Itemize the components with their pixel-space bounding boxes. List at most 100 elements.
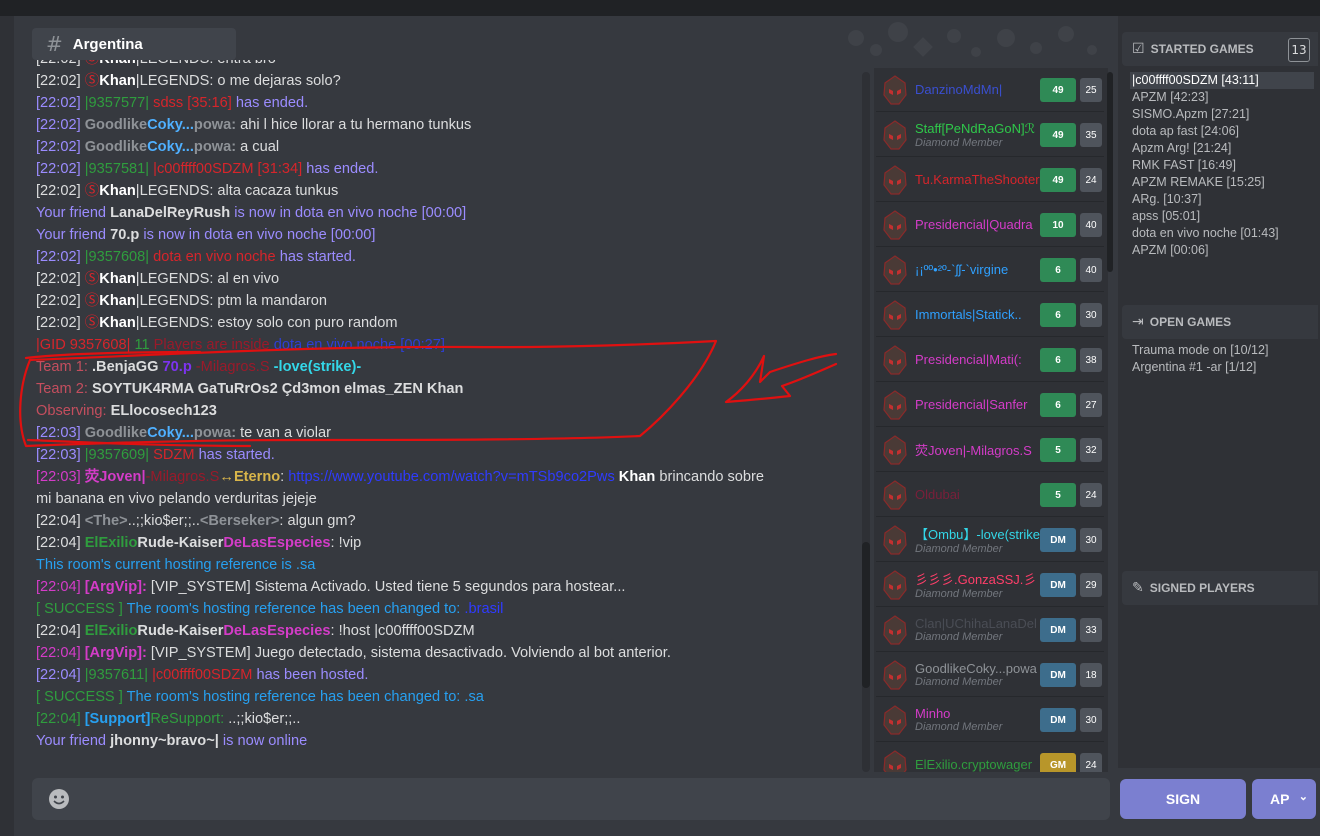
started-game-item[interactable]: apss [05:01] (1130, 208, 1314, 225)
channel-tab[interactable]: # Argentina (32, 28, 236, 60)
games-count-badge: 24 (1080, 168, 1102, 192)
started-games-title: STARTED GAMES (1150, 42, 1254, 56)
chat-segment: [22:03] (36, 469, 85, 485)
chat-segment: Ⓢ (84, 293, 100, 309)
chat-line: [22:02] |9357581| |c00ffff00SDZM [31:34]… (36, 158, 856, 180)
user-row[interactable]: GoodlikeCoky...powa Diamond Member DM 18 (876, 653, 1104, 697)
open-game-item[interactable]: Trauma mode on [10/12] (1130, 342, 1314, 359)
started-games-list[interactable]: |c00ffff00SDZM [43:11] APZM [42:23] SISMO.… (1130, 72, 1314, 259)
user-row[interactable]: Presidencial|Quadra 10 40 (876, 203, 1104, 247)
user-name: Tu.KarmaTheShooter (915, 172, 1040, 187)
chat-segment: 70.p (158, 359, 192, 375)
started-game-item[interactable]: APZM REMAKE [15:25] (1130, 174, 1314, 191)
chat-segment: [ SUCCESS ] (36, 689, 123, 705)
chat-segment: Team 1: (36, 359, 88, 375)
chat-segment: [VIP_SYSTEM] Sistema Activado. Usted tie… (146, 579, 626, 595)
chat-line: Your friend LanaDelReyRush is now in dot… (36, 202, 856, 224)
enter-icon: ⇥ (1132, 314, 1144, 330)
chat-segment[interactable]: https://www.youtube.com/watch?v=mTSb9co2… (288, 469, 614, 485)
started-game-item[interactable]: |c00ffff00SDZM [43:11] (1130, 72, 1314, 89)
chat-segment: [22:02] (36, 293, 85, 309)
signed-players-header[interactable]: ✎ SIGNED PLAYERS (1122, 571, 1318, 605)
user-info: Immortals|Statick.. (915, 307, 1041, 322)
chat-segment: brincando sobre (655, 469, 765, 485)
chat-segment: .sa (464, 689, 484, 705)
chat-segment: 荧Joven| (84, 469, 146, 485)
chat-line: [22:02] ⓈKhan|LEGENDS: o me dejaras solo… (36, 70, 856, 92)
chat-line: [22:04] ElExilioRude-KaiserDeLasEspecies… (36, 532, 856, 554)
chat-segment: |LEGENDS (135, 293, 210, 309)
chat-segment: <The> (84, 513, 128, 529)
games-count-badge: 33 (1080, 618, 1102, 642)
started-game-item[interactable]: APZM [42:23] (1130, 89, 1314, 106)
user-name: Presidencial|Sanfer (915, 397, 1028, 412)
chat-segment: : o me dejaras solo? (209, 73, 341, 89)
chat-segment: : entra bro (209, 60, 276, 67)
helmet-avatar-icon (880, 119, 910, 150)
open-game-item[interactable]: Argentina #1 -ar [1/12] (1130, 359, 1314, 376)
chat-segment: Ⓢ (84, 73, 100, 89)
started-game-item[interactable]: SISMO.Apzm [27:21] (1130, 106, 1314, 123)
started-game-item[interactable]: ARg. [10:37] (1130, 191, 1314, 208)
user-row[interactable]: Immortals|Statick.. 6 30 (876, 293, 1104, 337)
chat-segment: Goodlike (84, 425, 148, 441)
started-game-item[interactable]: RMK FAST [16:49] (1130, 157, 1314, 174)
chat-segment: Khan (99, 315, 136, 331)
chat-log[interactable]: [22:02] ⓈKhan|LEGENDS: entra bro[22:02] … (36, 60, 856, 772)
user-row[interactable]: 【Ombu】-love(strike Diamond Member DM 30 (876, 518, 1104, 562)
edit-icon: ✎ (1132, 580, 1144, 596)
games-count-badge: 27 (1080, 393, 1102, 417)
user-row[interactable]: Clan|UChihaLanaDel Diamond Member DM 33 (876, 608, 1104, 652)
open-games-list[interactable]: Trauma mode on [10/12] Argentina #1 -ar [… (1130, 342, 1314, 376)
chat-segment: |9357581| (84, 161, 150, 177)
user-info: Staff[PeNdRaGoN]ℛ Diamond Member (915, 121, 1041, 149)
chat-segment: .sa (295, 557, 316, 573)
user-row[interactable]: Presidencial|Sanfer 6 27 (876, 383, 1104, 427)
started-game-item[interactable]: dota en vivo noche [01:43] (1130, 225, 1314, 242)
chat-segment: SDZM (149, 447, 199, 463)
window-top-bar (0, 0, 1320, 16)
user-row[interactable]: ElExilio.cryptowager GM 24 (876, 743, 1104, 772)
open-games-header[interactable]: ⇥ OPEN GAMES (1122, 305, 1318, 339)
user-row[interactable]: Oldubai 5 24 (876, 473, 1104, 517)
sign-button[interactable]: SIGN (1120, 779, 1246, 819)
user-name: Presidencial|Mati(: (915, 352, 1022, 367)
chat-scroll-thumb[interactable] (862, 542, 870, 688)
user-row[interactable]: Tu.KarmaTheShooter 49 24 (876, 158, 1104, 202)
checklist-icon: ☑ (1132, 41, 1145, 57)
level-badge: GM (1040, 753, 1076, 772)
user-row[interactable]: Minho Diamond Member DM 30 (876, 698, 1104, 742)
chat-segment: ..;;kio$er;;.. (224, 711, 301, 727)
chat-segment: Team 2: (36, 381, 88, 397)
chat-segment: |c00ffff00SDZM (148, 667, 257, 683)
user-list[interactable]: DanzinoMdMn| 49 25 Staff[PeNdRaGoN]ℛ Diamond… (874, 68, 1108, 772)
emoji-icon[interactable] (46, 786, 72, 812)
ap-dropdown-button[interactable]: AP ⌄ (1252, 779, 1316, 819)
chat-segment: Khan (99, 73, 136, 89)
user-row[interactable]: Staff[PeNdRaGoN]ℛ Diamond Member 49 35 (876, 113, 1104, 157)
chat-segment: [22:02] (36, 117, 85, 133)
user-list-scrollbar[interactable] (1107, 72, 1113, 272)
user-row[interactable]: 荧Joven|-Milagros.S 5 32 (876, 428, 1104, 472)
helmet-avatar-icon (880, 389, 910, 420)
chat-segment: Ⓢ (84, 271, 100, 287)
user-row[interactable]: Presidencial|Mati(: 6 38 (876, 338, 1104, 382)
helmet-avatar-icon (880, 704, 910, 735)
helmet-avatar-icon (880, 74, 910, 105)
user-row[interactable]: DanzinoMdMn| 49 25 (876, 68, 1104, 112)
started-game-item[interactable]: APZM [00:06] (1130, 242, 1314, 259)
chat-segment: is now in dota en vivo noche [00:00] (139, 227, 376, 243)
chat-segment: Observing: (36, 403, 107, 419)
chat-segment: [22:02] (36, 60, 85, 67)
chat-segment: elmas_ZEN (340, 381, 423, 397)
started-game-item[interactable]: Apzm Arg! [21:24] (1130, 140, 1314, 157)
chat-segment: |LEGENDS (135, 73, 210, 89)
user-row[interactable]: 彡彡彡.GonzaSSJ.彡 Diamond Member DM 29 (876, 563, 1104, 607)
level-badge: 6 (1040, 348, 1076, 372)
user-row[interactable]: ¡¡ºº•²º-`ʃʃ-`virgine 6 40 (876, 248, 1104, 292)
chat-scrollbar[interactable] (862, 72, 870, 772)
message-input[interactable] (72, 778, 1110, 820)
chat-segment: This room's current hosting reference is (36, 557, 296, 573)
level-badge: 10 (1040, 213, 1076, 237)
started-game-item[interactable]: dota ap fast [24:06] (1130, 123, 1314, 140)
